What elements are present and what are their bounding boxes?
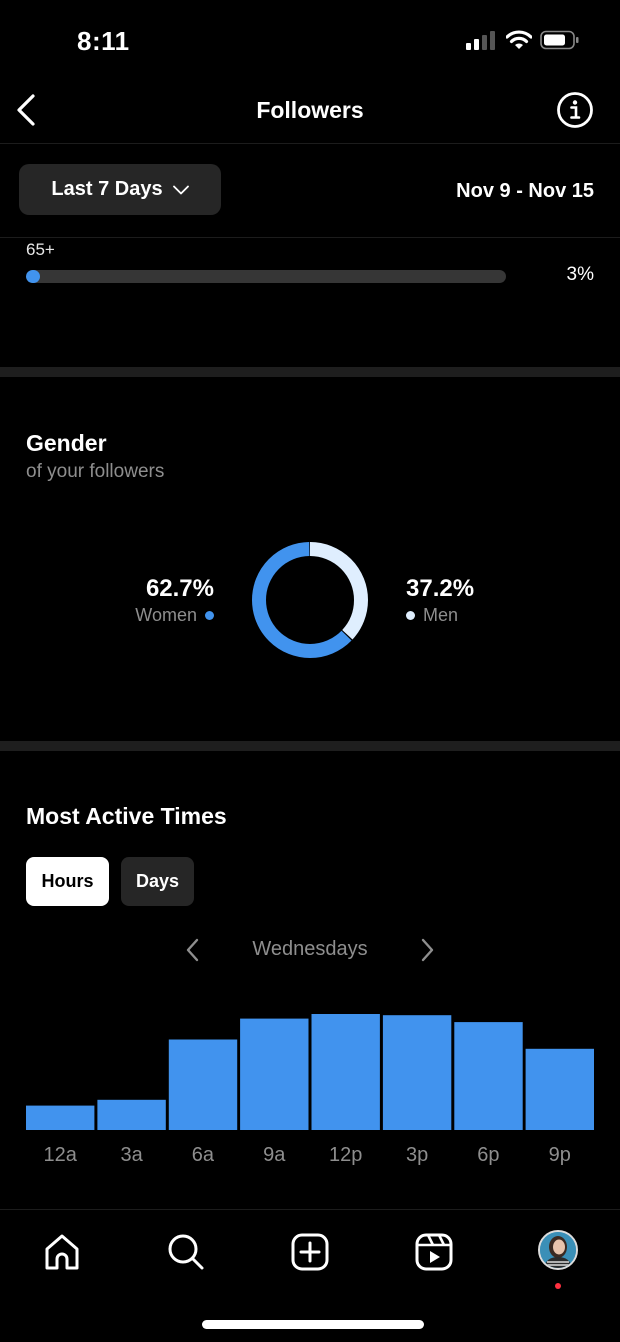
info-icon (557, 92, 593, 128)
x-tick-label: 3p (406, 1144, 428, 1166)
x-tick-label: 3a (120, 1144, 143, 1166)
bar-6p (454, 1022, 523, 1130)
home-icon (45, 1234, 79, 1270)
battery-icon (540, 30, 579, 50)
bar-9p (525, 1048, 594, 1130)
men-percent: 37.2% (406, 575, 475, 602)
home-indicator (202, 1320, 424, 1329)
women-percent: 62.7% (145, 575, 214, 602)
status-time: 8:11 (77, 26, 130, 56)
x-tick-label: 9a (263, 1144, 286, 1166)
days-toggle[interactable]: Days (121, 857, 194, 906)
x-tick-label: 6p (477, 1144, 499, 1166)
age-bar-fill (26, 270, 41, 283)
men-label: Men (423, 605, 459, 625)
bar-12p (311, 1014, 380, 1130)
nav-header: Followers (0, 80, 620, 144)
women-legend: Women (135, 605, 214, 626)
age-row-65-plus: 65+ 3% (26, 240, 594, 285)
chevron-down-icon (172, 185, 189, 194)
status-icons (466, 30, 580, 50)
date-range-dropdown-label: Last 7 Days (51, 178, 163, 200)
x-tick-label: 12a (44, 1144, 78, 1166)
tab-create[interactable] (288, 1230, 332, 1274)
x-tick-label: 12p (329, 1144, 362, 1166)
next-day-button[interactable] (414, 934, 440, 966)
women-label: Women (135, 605, 197, 625)
hours-toggle[interactable]: Hours (26, 857, 109, 906)
reels-icon (415, 1233, 453, 1271)
date-range-dropdown[interactable]: Last 7 Days (19, 164, 221, 215)
tab-profile-avatar[interactable] (538, 1230, 578, 1270)
age-percent: 3% (566, 264, 594, 285)
women-legend-dot (205, 611, 214, 620)
gender-donut-chart (252, 542, 368, 658)
date-range-text: Nov 9 - Nov 15 (456, 180, 594, 202)
day-label: Wednesdays (252, 938, 368, 960)
women-stat: 62.7% Women (135, 575, 214, 626)
men-legend: Men (406, 605, 474, 626)
bar-6a (168, 1039, 238, 1130)
tab-home[interactable] (40, 1230, 84, 1274)
bar-3p (382, 1015, 452, 1130)
men-legend-dot (406, 611, 415, 620)
age-label: 65+ (26, 240, 55, 259)
x-tick-label: 6a (192, 1144, 215, 1166)
section-divider (0, 367, 620, 377)
section-divider (0, 741, 620, 751)
age-bar-track (26, 270, 506, 283)
signal-icon (466, 31, 495, 50)
gender-title: Gender (26, 430, 107, 456)
profile-notification-dot (555, 1283, 561, 1289)
avatar-photo (540, 1232, 576, 1268)
most-active-times-title: Most Active Times (26, 803, 227, 829)
bar-9a (240, 1018, 309, 1130)
active-times-bar-chart: 12a 3a 6a 9a 12p 3p 6p 9p (26, 1014, 594, 1166)
filter-row: Last 7 Days Nov 9 - Nov 15 (0, 144, 620, 238)
bar-12a (26, 1105, 95, 1130)
day-navigator: Wednesdays (0, 930, 620, 970)
page-title: Followers (256, 97, 364, 123)
x-tick-label: 9p (549, 1144, 571, 1166)
info-button[interactable] (556, 91, 594, 129)
status-bar: 8:11 (0, 0, 620, 80)
search-icon (168, 1234, 204, 1270)
tab-search[interactable] (164, 1230, 208, 1274)
wifi-icon (506, 30, 532, 49)
bar-3a (97, 1099, 166, 1130)
men-stat: 37.2% Men (406, 575, 474, 626)
plus-square-icon (291, 1233, 329, 1271)
gender-subtitle: of your followers (26, 461, 165, 482)
tab-reels[interactable] (412, 1230, 456, 1274)
chevron-right-icon (421, 938, 434, 962)
